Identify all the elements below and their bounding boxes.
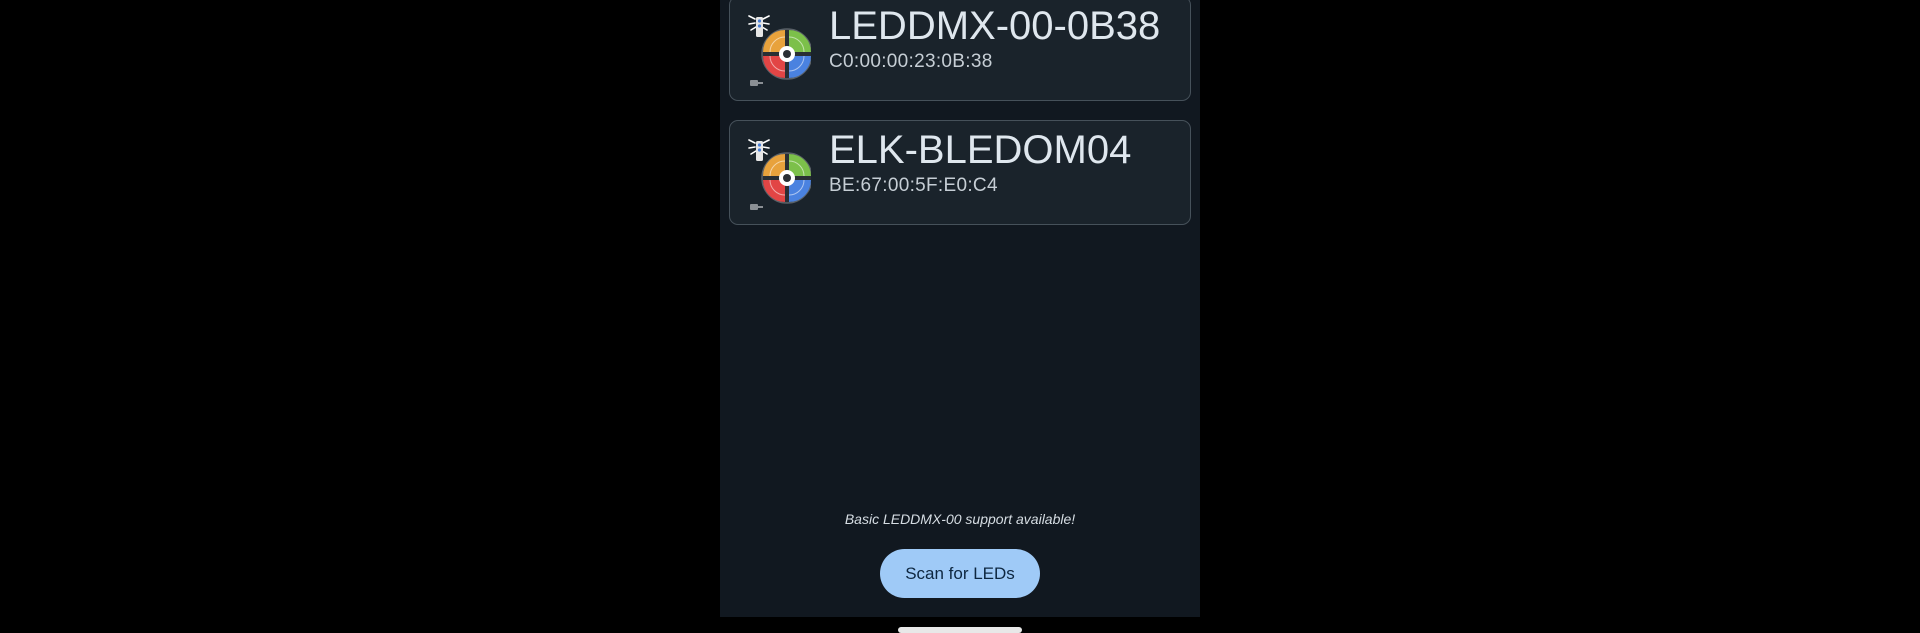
device-mac-address: BE:67:00:5F:E0:C4 xyxy=(829,175,998,196)
support-note: Basic LEDDMX-00 support available! xyxy=(844,511,1076,527)
led-strip-icon xyxy=(748,15,811,86)
app-screen: LEDDMX-00-0B38 C0:00:00:23:0B:38 ELK-BLE… xyxy=(720,0,1200,617)
device-card[interactable]: ELK-BLEDOM04 BE:67:00:5F:E0:C4 xyxy=(729,120,1191,225)
device-card[interactable]: LEDDMX-00-0B38 C0:00:00:23:0B:38 xyxy=(729,0,1191,101)
device-list: LEDDMX-00-0B38 C0:00:00:23:0B:38 ELK-BLE… xyxy=(729,0,1191,244)
led-strip-icon xyxy=(748,139,811,210)
scan-for-leds-button[interactable]: Scan for LEDs xyxy=(880,549,1040,598)
device-name: ELK-BLEDOM04 xyxy=(829,128,1132,172)
device-mac-address: C0:00:00:23:0B:38 xyxy=(829,51,993,72)
device-name: LEDDMX-00-0B38 xyxy=(829,4,1161,48)
home-indicator[interactable] xyxy=(898,627,1022,633)
